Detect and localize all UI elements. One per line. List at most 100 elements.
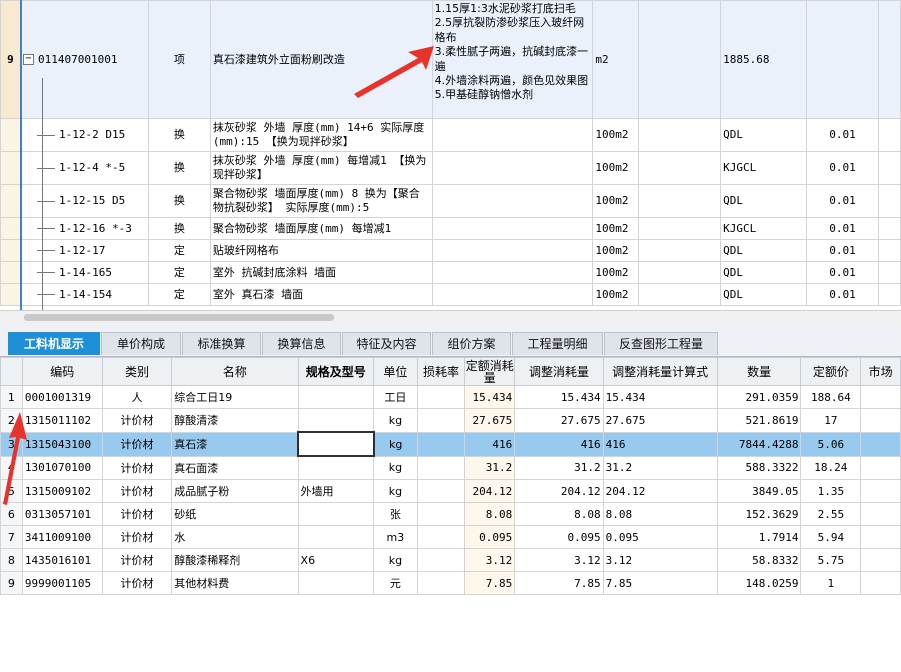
tab-5[interactable]: 特征及内容 [342, 332, 431, 355]
column-header[interactable]: 名称 [171, 357, 299, 386]
adjusted-formula[interactable]: 31.2 [602, 455, 718, 480]
spec-edit-cell[interactable] [297, 431, 375, 457]
quota-price[interactable]: 2.55 [800, 502, 862, 526]
adjusted-formula[interactable]: 27.675 [602, 408, 718, 433]
quota-qty[interactable]: 0.01 [806, 118, 879, 152]
material-row[interactable]: 9 9999001105 计价材 其他材料费元 7.85 7.85 7.85 148.0259… [0, 571, 901, 595]
material-quantity[interactable]: 588.3322 [716, 455, 802, 480]
tab-2[interactable]: 单价构成 [101, 332, 181, 355]
tab-4[interactable]: 换算信息 [262, 332, 341, 355]
scrollbar-thumb[interactable] [24, 314, 334, 321]
material-spec[interactable]: 外墙用 [297, 479, 375, 503]
column-header[interactable]: 损耗率 [416, 357, 466, 386]
quota-row[interactable]: 1-12-15 D5 换聚合物砂浆 墙面厚度(mm) 8 换为【聚合物抗裂砂浆】 … [0, 184, 901, 218]
quota-price[interactable]: 5.94 [800, 525, 862, 549]
loss-rate[interactable] [416, 479, 466, 503]
quota-consumption[interactable]: 31.2 [464, 455, 516, 480]
material-row[interactable]: 2 1315011102 计价材 醇酸清漆 kg 27.675 27.675 27.675 52… [0, 408, 901, 433]
quota-consumption[interactable]: 27.675 [464, 408, 516, 433]
adjusted-consumption[interactable]: 15.434 [514, 385, 604, 409]
quota-qty-expr[interactable]: KJGCL [720, 217, 808, 240]
material-name[interactable]: 水 [171, 525, 299, 549]
material-name[interactable]: 醇酸清漆 [171, 408, 299, 433]
quota-qty-expr[interactable]: KJGCL [720, 151, 808, 185]
adjusted-formula[interactable]: 8.08 [602, 502, 718, 526]
material-unit[interactable]: kg [373, 548, 418, 572]
material-code[interactable]: 1435016101 [21, 548, 103, 572]
quota-price[interactable]: 18.24 [800, 455, 862, 480]
material-quantity[interactable]: 521.8619 [716, 408, 802, 433]
quota-consumption[interactable]: 8.08 [464, 502, 516, 526]
collapse-toggle-icon[interactable]: − [22, 54, 34, 65]
material-unit[interactable]: m3 [373, 525, 418, 549]
material-unit[interactable]: 张 [373, 502, 418, 526]
quota-qty-expr[interactable]: QDL [720, 184, 808, 218]
material-spec[interactable] [297, 385, 375, 409]
adjusted-consumption[interactable]: 204.12 [514, 479, 604, 503]
material-unit[interactable]: kg [373, 408, 418, 433]
quota-consumption[interactable]: 204.12 [464, 479, 516, 503]
material-unit[interactable]: 工日 [373, 385, 418, 409]
bill-name[interactable]: 真石漆建筑外立面粉刷改造 [209, 0, 433, 119]
loss-rate[interactable] [416, 502, 466, 526]
column-header[interactable]: 单位 [373, 357, 418, 386]
material-quantity[interactable]: 148.0259 [716, 571, 802, 595]
material-code[interactable]: 0313057101 [21, 502, 103, 526]
material-code[interactable]: 0001001319 [21, 385, 103, 409]
material-spec[interactable] [297, 502, 375, 526]
material-name[interactable]: 真石面漆 [171, 455, 299, 480]
quota-qty-expr[interactable]: QDL [720, 239, 808, 262]
material-name[interactable]: 综合工日19 [171, 385, 299, 409]
adjusted-formula[interactable]: 3.12 [602, 548, 718, 572]
material-type[interactable]: 计价材 [101, 479, 173, 503]
material-quantity[interactable]: 291.0359 [716, 385, 802, 409]
material-unit[interactable]: kg [373, 431, 418, 457]
adjusted-consumption[interactable]: 27.675 [514, 408, 604, 433]
material-quantity[interactable]: 1.7914 [716, 525, 802, 549]
quota-consumption[interactable]: 0.095 [464, 525, 516, 549]
quota-row[interactable]: 1-14-165 定室外 抗碱封底涂料 墙面 100m2 QDL 0.01 [0, 261, 901, 284]
material-quantity[interactable]: 58.8332 [716, 548, 802, 572]
quota-name[interactable]: 抹灰砂浆 外墙 厚度(mm) 14+6 实际厚度(mm):15 【换为现拌砂浆】 [209, 118, 433, 152]
quota-name[interactable]: 抹灰砂浆 外墙 厚度(mm) 每增减1 【换为现拌砂浆】 [209, 151, 433, 185]
column-header[interactable]: 规格及型号 [297, 357, 375, 386]
material-type[interactable]: 计价材 [101, 408, 173, 433]
adjusted-formula[interactable]: 0.095 [602, 525, 718, 549]
material-spec[interactable] [297, 455, 375, 480]
material-row[interactable]: 5 1315009102 计价材 成品腻子粉 外墙用 kg 204.12 204.12 204.… [0, 479, 901, 503]
material-code[interactable]: 3411009100 [21, 525, 103, 549]
quota-name[interactable]: 聚合物砂浆 墙面厚度(mm) 8 换为【聚合物抗裂砂浆】 实际厚度(mm):5 [209, 184, 433, 218]
column-header[interactable]: 市场 [860, 357, 901, 386]
quota-qty[interactable]: 0.01 [806, 239, 879, 262]
loss-rate[interactable] [416, 408, 466, 433]
quota-qty[interactable]: 0.01 [806, 283, 879, 306]
column-header[interactable]: 定额消耗量 [464, 357, 516, 386]
quota-qty-expr[interactable]: QDL [720, 283, 808, 306]
column-header[interactable]: 编码 [21, 357, 103, 386]
tab-7[interactable]: 工程量明细 [512, 332, 603, 355]
material-code[interactable]: 1315043100 [21, 431, 103, 457]
quota-price[interactable]: 5.75 [800, 548, 862, 572]
material-row[interactable]: 6 0313057101 计价材 砂纸张 8.08 8.08 8.08 152.3629 2.5… [0, 502, 901, 526]
material-code[interactable]: 9999001105 [21, 571, 103, 595]
loss-rate[interactable] [416, 525, 466, 549]
quota-name[interactable]: 室外 真石漆 墙面 [209, 283, 433, 306]
material-row[interactable]: 1 0001001319 人综合工日19 工日 15.434 15.434 15.434 29… [0, 385, 901, 409]
quota-qty[interactable]: 0.01 [806, 261, 879, 284]
quota-qty[interactable]: 0.01 [806, 184, 879, 218]
material-type[interactable]: 计价材 [101, 525, 173, 549]
tab-3[interactable]: 标准换算 [182, 332, 261, 355]
quota-consumption[interactable]: 15.434 [464, 385, 516, 409]
adjusted-consumption[interactable]: 3.12 [514, 548, 604, 572]
tab-8[interactable]: 反查图形工程量 [604, 332, 718, 355]
tab-1[interactable]: 工料机显示 [8, 332, 100, 355]
material-name[interactable]: 醇酸漆稀释剂 [171, 548, 299, 572]
tab-6[interactable]: 组价方案 [432, 332, 511, 355]
quota-price[interactable]: 1 [800, 571, 862, 595]
material-name[interactable]: 其他材料费 [171, 571, 299, 595]
adjusted-consumption[interactable]: 416 [514, 431, 604, 457]
material-row[interactable]: 8 1435016101 计价材 醇酸漆稀释剂 X6 kg 3.12 3.12 3.12 58.8… [0, 548, 901, 572]
column-header[interactable]: 定额价 [800, 357, 862, 386]
material-code[interactable]: 1315011102 [21, 408, 103, 433]
material-spec[interactable]: X6 [297, 548, 375, 572]
